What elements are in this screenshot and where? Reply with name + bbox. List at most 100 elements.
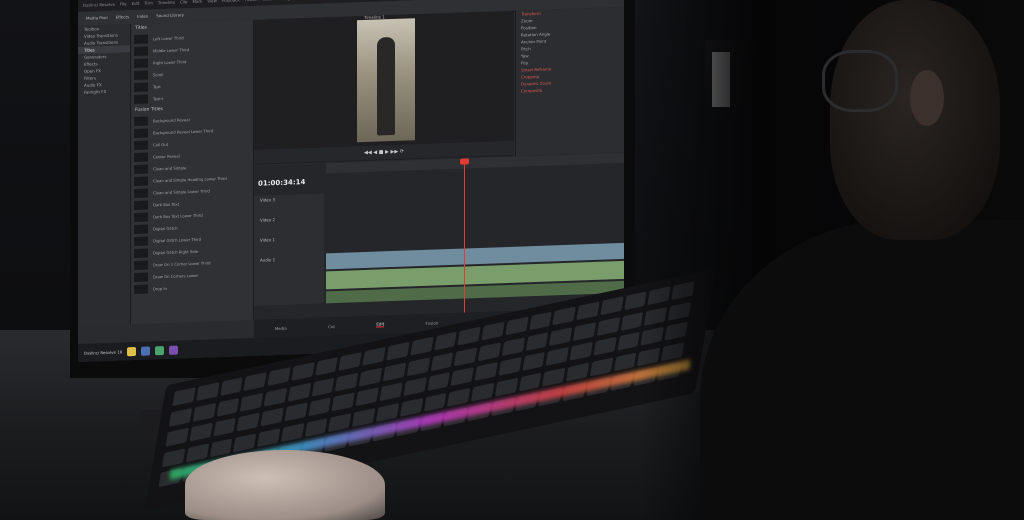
menu-item[interactable]: Timeline (158, 0, 175, 5)
keycap (494, 377, 518, 397)
keycap (545, 347, 569, 367)
keycap (593, 336, 617, 356)
title-thumbnail (134, 176, 148, 187)
keycap (260, 407, 284, 427)
menu-item[interactable]: Playback (222, 0, 240, 3)
keycap (477, 341, 502, 361)
person (700, 0, 1024, 520)
keycap (457, 326, 481, 346)
title-label: Dark Box Text Lower Third (153, 212, 203, 220)
keycap (450, 367, 474, 387)
menu-item[interactable]: Fusion (245, 0, 258, 2)
track-header: Video 1 (260, 237, 276, 243)
title-thumbnail (134, 212, 148, 223)
title-label: Left Lower Third (153, 35, 184, 42)
keycap (256, 428, 281, 447)
keycap (209, 438, 233, 458)
track-header: Video 2 (260, 217, 276, 223)
keycap (430, 352, 454, 371)
menu-item[interactable]: Color (263, 0, 273, 2)
keycap (552, 306, 576, 326)
keycap (433, 331, 458, 351)
title-thumbnail (134, 128, 148, 139)
keycap (501, 336, 525, 356)
keycap (613, 352, 637, 372)
keycap (589, 357, 614, 377)
keycap (379, 382, 403, 402)
menu-item[interactable]: DaVinci Resolve (83, 2, 115, 8)
page-tab[interactable]: Cut (328, 324, 335, 329)
title-thumbnail (134, 224, 148, 235)
keycap (358, 367, 383, 387)
title-label: Drop In (153, 285, 167, 292)
title-label: Middle Lower Third (153, 47, 190, 54)
keycap (470, 382, 495, 402)
title-label: Draw On Corners Lower (153, 272, 199, 280)
title-thumbnail (134, 94, 148, 105)
title-label: Dark Box Text (153, 201, 180, 208)
track-header: Video 3 (260, 197, 276, 203)
title-label: Digital Glitch (153, 225, 178, 232)
keycap (528, 311, 553, 331)
library-item[interactable]: Fairlight FX (78, 87, 130, 96)
keycap (406, 357, 430, 377)
viewer-frame (357, 18, 415, 143)
keycap (335, 372, 359, 392)
keycap (240, 392, 264, 412)
app-icon[interactable] (169, 344, 179, 355)
keycap (172, 387, 196, 407)
taskbar-app-label[interactable]: DaVinci Resolve 18 (84, 349, 122, 355)
keycap (331, 392, 356, 412)
keycap (165, 427, 189, 447)
toolbar-button[interactable]: Sound Library (156, 12, 184, 18)
title-thumbnail (134, 34, 148, 45)
menu-item[interactable]: Clip (180, 0, 188, 4)
inspector-panel: Transform Zoom Position Rotation Angle Ancho… (515, 6, 624, 156)
keycap (280, 422, 305, 442)
title-thumbnail (134, 164, 148, 175)
menu-item[interactable]: Trim (144, 0, 153, 5)
page-tab[interactable]: Media (275, 325, 287, 330)
title-label: Text (153, 84, 161, 90)
keycap (267, 367, 291, 386)
app-icon[interactable] (155, 345, 165, 355)
keycap (192, 402, 216, 422)
timeline[interactable]: 01:00:34:14 Video 3 Video 2 Video 1 Audio 1 (254, 152, 624, 320)
app-icon[interactable] (141, 345, 151, 356)
title-thumbnail (134, 260, 148, 271)
woman-figure (377, 36, 395, 136)
keycap (399, 397, 423, 417)
title-label: Center Reveal (153, 153, 180, 160)
menu-item[interactable]: Mark (193, 0, 203, 4)
playhead[interactable] (464, 158, 465, 313)
title-label: Background Reveal Lower Third (153, 128, 214, 136)
menu-item[interactable]: Edit (132, 1, 140, 6)
keycap (542, 367, 566, 387)
keycap (216, 397, 240, 417)
toolbar-button[interactable]: Effects (116, 14, 130, 19)
keycap (572, 321, 597, 341)
title-thumbnail (134, 70, 148, 81)
title-thumbnail (134, 248, 148, 259)
keycap (600, 296, 624, 316)
page-tab[interactable]: Fusion (426, 320, 439, 325)
keycap (304, 417, 328, 437)
keycap (569, 342, 593, 361)
keycap (576, 301, 600, 321)
title-thumbnail (134, 152, 148, 163)
page-tab[interactable]: Edit (376, 321, 385, 328)
keycap (352, 407, 376, 427)
person-head (822, 0, 1000, 240)
title-label: Clean and Simple (153, 165, 187, 172)
keycap (161, 448, 186, 468)
keycap (196, 382, 220, 402)
toolbar-button[interactable]: Index (137, 14, 148, 19)
keycap (566, 362, 590, 382)
title-label: Digital Glitch Right Side (153, 248, 199, 256)
keycap (314, 356, 339, 376)
menu-item[interactable]: Fairlight (278, 0, 294, 1)
folder-icon[interactable] (127, 346, 137, 356)
menu-item[interactable]: View (207, 0, 217, 3)
menu-item[interactable]: File (120, 1, 127, 6)
toolbar-button[interactable]: Media Pool (86, 15, 108, 21)
